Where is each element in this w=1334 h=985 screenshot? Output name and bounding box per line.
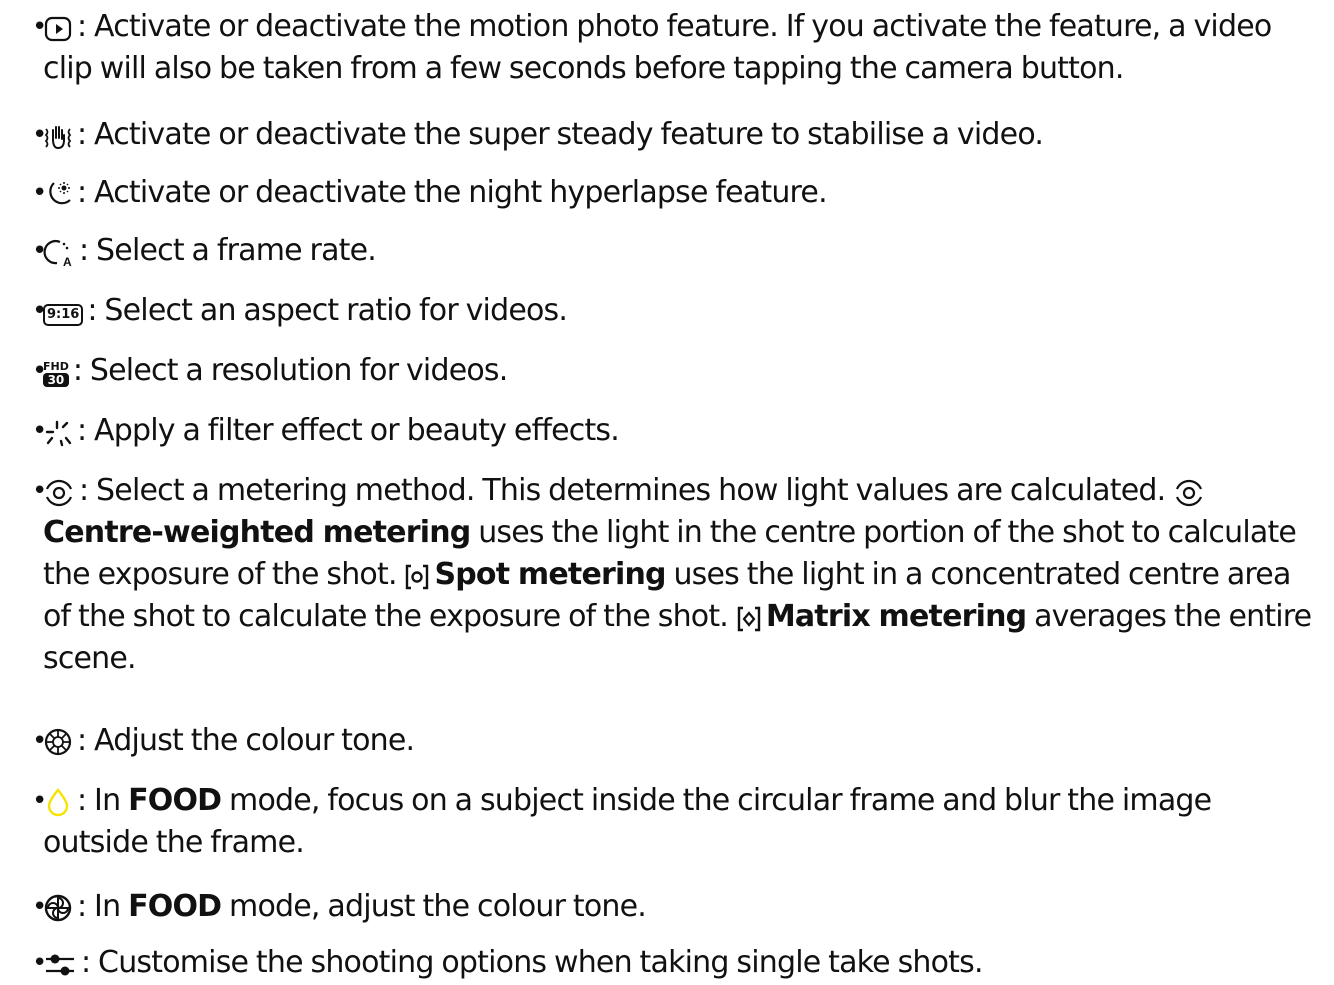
item-line: : Activate or deactivate the super stead… <box>43 114 1313 156</box>
svg-text:A: A <box>63 255 72 267</box>
list-item-metering: • : Select a metering method. This deter… <box>32 470 1313 680</box>
list-item-food-colour-tone: • : In FOOD mode, adjust the colour tone… <box>32 886 1313 928</box>
resolution-icon: FHD 30 <box>43 361 69 387</box>
item-line: : In FOOD mode, adjust the colour tone. <box>43 886 1313 928</box>
list-item-frame-rate: • A : Select a frame rate. <box>32 230 1313 272</box>
bullet: • <box>32 786 47 816</box>
item-text: averages the entire <box>1034 599 1312 634</box>
centre-weighted-metering-icon <box>1173 479 1205 507</box>
food-colour-tone-icon <box>43 893 73 923</box>
matrix-metering-label: Matrix metering <box>765 599 1027 634</box>
matrix-metering-icon <box>736 605 762 633</box>
item-text: uses the light in a concentrated centre … <box>673 557 1291 592</box>
item-line: 9:16: Select an aspect ratio for videos. <box>43 290 1313 332</box>
bullet: • <box>32 296 47 326</box>
item-line: scene. <box>43 641 137 676</box>
filter-effects-icon <box>43 419 73 447</box>
bullet: • <box>32 892 47 922</box>
bullet: • <box>32 476 47 506</box>
food-focus-icon <box>43 787 73 817</box>
item-text: the exposure of the shot. <box>43 557 397 592</box>
item-line: outside the frame. <box>43 825 305 860</box>
food-label: FOOD <box>128 889 222 924</box>
list-item-resolution: • FHD 30: Select a resolution for videos. <box>32 350 1313 392</box>
motion-photo-icon <box>43 15 73 43</box>
bullet: • <box>32 178 47 208</box>
bullet: • <box>32 726 47 756</box>
super-steady-icon <box>43 123 73 151</box>
item-line: clip will also be taken from a few secon… <box>43 51 1124 86</box>
item-text: : Select an aspect ratio for videos. <box>87 293 568 328</box>
item-line: : Customise the shooting options when ta… <box>43 942 1313 984</box>
colour-tone-icon <box>43 727 73 757</box>
bullet: • <box>32 236 47 266</box>
list-item-single-take-options: • : Customise the shooting options when … <box>32 942 1313 984</box>
bullet: • <box>32 12 47 42</box>
item-text: uses the light in the centre portion of … <box>478 515 1297 550</box>
resolution-icon-bottom: 30 <box>43 373 69 387</box>
bullet: • <box>32 416 47 446</box>
item-line: : Activate or deactivate the night hyper… <box>43 172 1313 214</box>
bullet: • <box>32 120 47 150</box>
resolution-icon-top: FHD <box>43 360 69 373</box>
item-text: : Select a metering method. This determi… <box>79 473 1166 508</box>
item-line: Centre-weighted metering uses the light … <box>43 512 1313 554</box>
list-item-super-steady: • : Activate or deactivate the super ste… <box>32 114 1313 156</box>
item-line: A : Select a frame rate. <box>43 230 1313 272</box>
list-item-night-hyperlapse: • : Activate or deactivate the night hyp… <box>32 172 1313 214</box>
list-item-motion-photo: • : Activate or deactivate the motion ph… <box>32 6 1313 90</box>
item-line: of the shot to calculate the exposure of… <box>43 596 1313 638</box>
item-text: : Adjust the colour tone. <box>77 723 415 758</box>
item-text: : Activate or deactivate the night hyper… <box>77 175 828 210</box>
night-hyperlapse-icon <box>43 179 73 209</box>
single-take-options-icon <box>43 951 77 979</box>
item-line: : Apply a filter effect or beauty effect… <box>43 410 1313 452</box>
item-text: mode, focus on a subject inside the circ… <box>229 783 1212 818</box>
bullet: • <box>32 948 47 978</box>
metering-icon <box>43 479 75 507</box>
item-text: : Activate or deactivate the super stead… <box>77 117 1044 152</box>
item-text: : In <box>77 889 121 924</box>
item-text: : Select a frame rate. <box>79 233 377 268</box>
bullet: • <box>32 356 47 386</box>
item-text: of the shot to calculate the exposure of… <box>43 599 729 634</box>
centre-weighted-label: Centre-weighted metering <box>43 515 471 550</box>
item-line: : Adjust the colour tone. <box>43 720 1313 762</box>
list-item-filter-effects: • : Apply a filter effect or beauty effe… <box>32 410 1313 452</box>
list-item-food-focus: • : In FOOD mode, focus on a subject ins… <box>32 780 1313 864</box>
item-text: mode, adjust the colour tone. <box>229 889 647 924</box>
item-text: : In <box>77 783 121 818</box>
item-line: FHD 30: Select a resolution for videos. <box>43 350 1313 392</box>
list-item-aspect-ratio: • 9:16: Select an aspect ratio for video… <box>32 290 1313 332</box>
item-line: : Select a metering method. This determi… <box>43 470 1313 512</box>
item-text: : Activate or deactivate the motion phot… <box>77 9 1272 44</box>
item-line: the exposure of the shot. Spot metering … <box>43 554 1313 596</box>
aspect-ratio-icon: 9:16 <box>43 304 84 326</box>
item-line: : In FOOD mode, focus on a subject insid… <box>43 780 1313 822</box>
food-label: FOOD <box>128 783 222 818</box>
item-line: : Activate or deactivate the motion phot… <box>43 6 1313 48</box>
list-item-colour-tone: • : Adjust the colour tone. <box>32 720 1313 762</box>
spot-metering-label: Spot metering <box>434 557 666 592</box>
camera-options-list-page: • : Activate or deactivate the motion ph… <box>0 0 1334 985</box>
item-text: : Customise the shooting options when ta… <box>81 945 984 980</box>
item-text: : Select a resolution for videos. <box>72 353 508 388</box>
item-text: : Apply a filter effect or beauty effect… <box>77 413 620 448</box>
spot-metering-icon <box>404 563 430 591</box>
frame-rate-icon: A <box>43 237 75 267</box>
